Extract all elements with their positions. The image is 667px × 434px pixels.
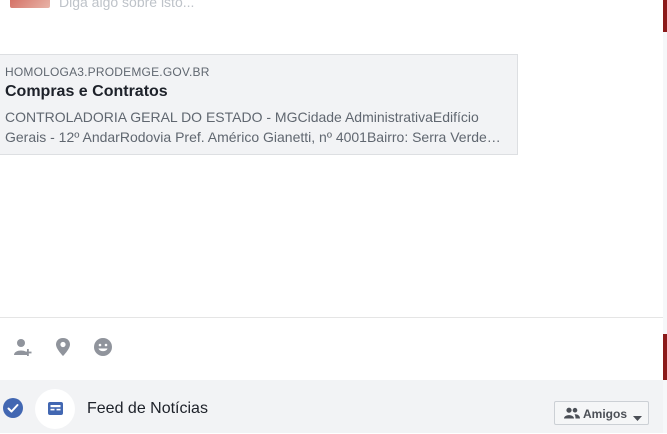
audience-selector-button[interactable]: Amigos (554, 401, 649, 425)
background-page-edge (663, 0, 667, 433)
link-preview-card[interactable]: HOMOLOGA3.PRODEMGE.GOV.BR Compras e Cont… (0, 54, 518, 155)
user-avatar (10, 0, 50, 8)
chevron-down-icon (633, 411, 642, 425)
feeling-icon[interactable] (92, 336, 114, 358)
background-accent-top (663, 0, 667, 32)
news-feed-label: Feed de Notícias (87, 400, 208, 417)
friends-icon (564, 407, 580, 422)
link-description-line-2: Gerais - 12º AndarRodovia Pref. Américo … (5, 129, 501, 145)
audience-label: Amigos (583, 407, 628, 421)
check-in-icon[interactable] (52, 336, 74, 358)
link-description-line-1: CONTROLADORIA GERAL DO ESTADO - MGCidade… (5, 109, 479, 125)
link-domain: HOMOLOGA3.PRODEMGE.GOV.BR (5, 65, 210, 79)
composer-divider (0, 317, 663, 318)
tag-friends-icon[interactable] (12, 336, 34, 358)
background-accent-mid (663, 334, 667, 380)
link-description: CONTROLADORIA GERAL DO ESTADO - MGCidade… (5, 107, 505, 147)
checkmark-icon[interactable] (3, 398, 23, 418)
news-feed-icon (35, 389, 75, 429)
status-input[interactable]: Diga algo sobre isto... (59, 0, 194, 10)
post-composer: Diga algo sobre isto... HOMOLOGA3.PRODEM… (0, 0, 664, 433)
link-title[interactable]: Compras e Contratos (5, 83, 168, 101)
share-destination-row: Feed de Notícias Amigos (0, 380, 663, 433)
